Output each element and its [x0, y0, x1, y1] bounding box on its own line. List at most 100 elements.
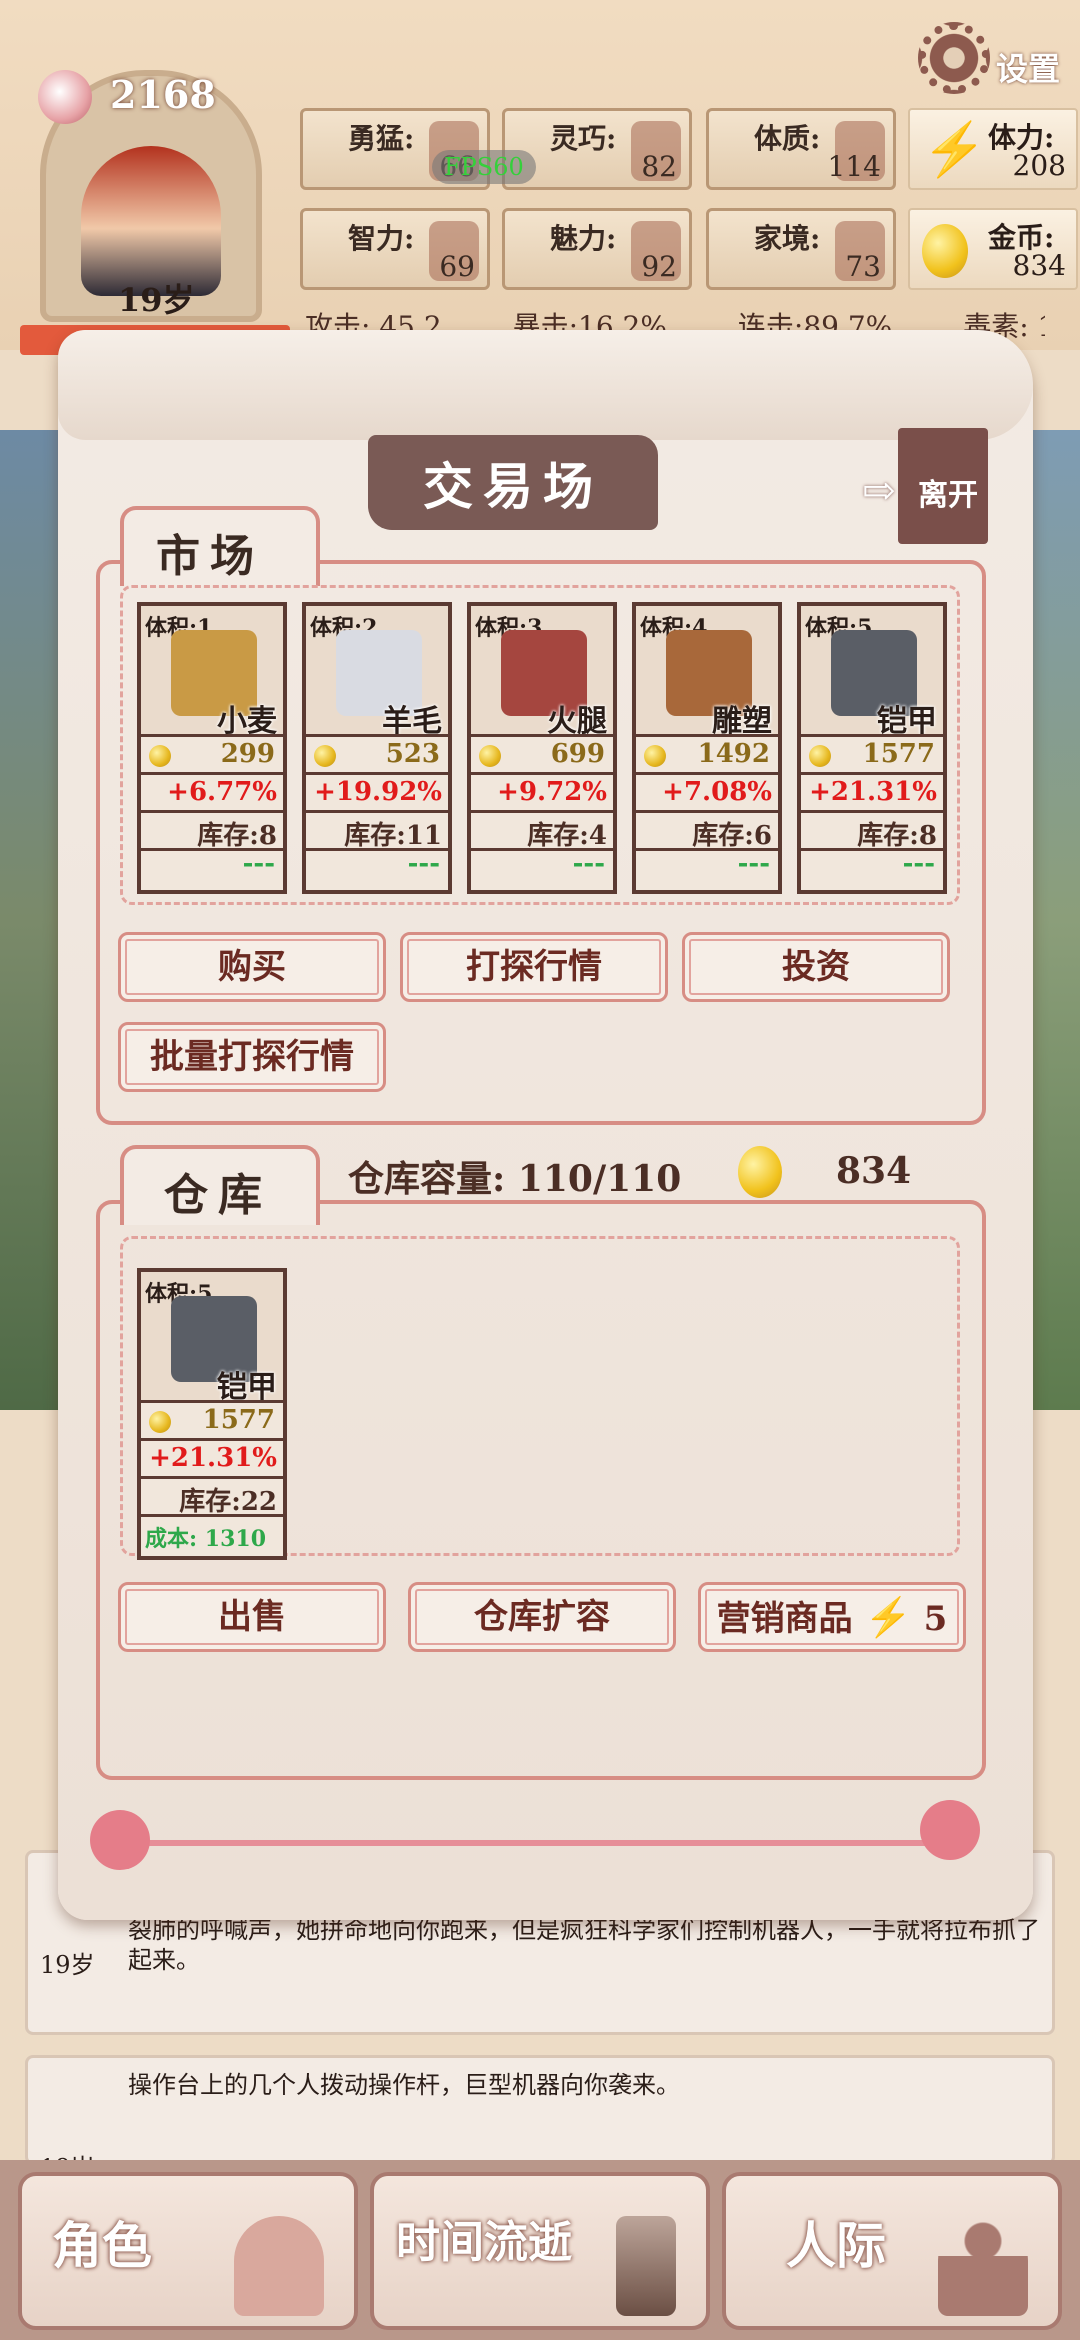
- buy-button[interactable]: 购买: [118, 932, 386, 1002]
- scout-market-button[interactable]: 打探行情: [400, 932, 668, 1002]
- item-change: +6.77%: [167, 777, 277, 807]
- item-extra-row: ---: [141, 848, 283, 886]
- status-header: 2168 19岁 生命:1753 勇猛: 66 灵巧: 82 体质: 114 智…: [0, 0, 1080, 355]
- leave-label: 离开: [918, 478, 978, 513]
- log-entry: 操作台上的几个人拨动操作杆，巨型机器向你袭来。 19岁: [25, 2055, 1055, 2182]
- item-extra-row: ---: [636, 848, 778, 886]
- stat-label: 智力:: [348, 222, 415, 255]
- nav-character[interactable]: 角色: [18, 2172, 358, 2330]
- item-price: 1492: [697, 739, 770, 769]
- modal-title-plate: 交易场: [368, 435, 658, 530]
- bottom-navigation: 角色 时间流逝 人际: [0, 2160, 1080, 2340]
- item-extra-row: 成本: 1310: [141, 1514, 283, 1552]
- item-card[interactable]: 体积:5 铠甲 1577 +21.31% 库存:22 成本: 1310: [137, 1268, 287, 1560]
- stat-label: 体质:: [754, 122, 821, 155]
- item-extra-row: ---: [801, 848, 943, 886]
- item-trend: ---: [572, 849, 605, 879]
- nav-social[interactable]: 人际: [722, 2172, 1062, 2330]
- item-price-row: 523: [306, 734, 448, 772]
- gold-coin-icon: [738, 1146, 782, 1198]
- item-stock: 库存:8: [857, 821, 937, 851]
- stat-label: 家境:: [754, 222, 821, 255]
- item-extra-row: ---: [471, 848, 613, 886]
- item-change: +9.72%: [497, 777, 607, 807]
- sell-button[interactable]: 出售: [118, 1582, 386, 1652]
- nav-label: 角色: [52, 2216, 152, 2275]
- background-scenery: [0, 430, 60, 1410]
- stat-value: 69: [439, 250, 475, 283]
- tab-market-label: 市场: [156, 531, 264, 582]
- item-image-area: 体积:3 火腿: [471, 606, 613, 739]
- avatar: [81, 146, 221, 296]
- item-card[interactable]: 体积:3 火腿 699 +9.72% 库存:4 ---: [467, 602, 617, 894]
- gold-display: 金币: 834: [908, 208, 1078, 290]
- item-image-area: 体积:5 铠甲: [801, 606, 943, 739]
- nav-label: 人际: [786, 2216, 886, 2275]
- coin-icon: [314, 745, 336, 767]
- market-goods-button[interactable]: 营销商品 ⚡ 5: [698, 1582, 966, 1652]
- log-text: 裂肺的呼喊声，她拼命地向你跑来，但是疯狂科学家们控制机器人，一手就将拉布抓了起来…: [128, 1916, 1040, 1974]
- coin-icon: [479, 745, 501, 767]
- age-label: 19岁: [118, 281, 195, 319]
- settings-button[interactable]: 设置: [918, 22, 1078, 122]
- item-price: 523: [385, 739, 440, 769]
- invest-button[interactable]: 投资: [682, 932, 950, 1002]
- item-image-area: 体积:2 羊毛: [306, 606, 448, 739]
- item-stock: 库存:4: [527, 821, 607, 851]
- batch-scout-button[interactable]: 批量打探行情: [118, 1022, 386, 1092]
- item-price-row: 699: [471, 734, 613, 772]
- item-price: 1577: [862, 739, 935, 769]
- item-stock: 库存:22: [179, 1487, 277, 1517]
- item-image-area: 体积:4 雕塑: [636, 606, 778, 739]
- item-trend: ---: [737, 849, 770, 879]
- leave-button[interactable]: ⇨ 离开: [862, 428, 992, 548]
- item-stock: 库存:6: [692, 821, 772, 851]
- item-stock-row: 库存:22: [141, 1476, 283, 1517]
- item-change-row: +19.92%: [306, 772, 448, 810]
- warehouse-gold: 834: [836, 1150, 912, 1192]
- item-extra-row: ---: [306, 848, 448, 886]
- item-card[interactable]: 体积:2 羊毛 523 +19.92% 库存:11 ---: [302, 602, 452, 894]
- item-change-row: +7.08%: [636, 772, 778, 810]
- item-stock-row: 库存:8: [141, 810, 283, 851]
- item-change-row: +21.31%: [801, 772, 943, 810]
- soul-icon: [38, 70, 92, 124]
- bow-icon: [920, 1800, 980, 1860]
- item-stock: 库存:8: [197, 821, 277, 851]
- coin-icon: [149, 745, 171, 767]
- item-image-area: 体积:1 小麦: [141, 606, 283, 739]
- soul-value: 2168: [110, 72, 216, 117]
- stat-value: 73: [845, 250, 881, 283]
- nav-time-passing[interactable]: 时间流逝: [370, 2172, 710, 2330]
- stat-label: 勇猛:: [348, 122, 415, 155]
- expand-warehouse-button[interactable]: 仓库扩容: [408, 1582, 676, 1652]
- item-price-row: 299: [141, 734, 283, 772]
- item-trend: ---: [902, 849, 935, 879]
- log-age: 19岁: [40, 1951, 95, 1979]
- item-stock-row: 库存:4: [471, 810, 613, 851]
- stamina-value: 208: [1012, 149, 1066, 182]
- gold-value: 834: [1012, 249, 1066, 282]
- ribbon-decoration: [90, 1800, 990, 1870]
- head-icon: [234, 2216, 324, 2316]
- item-stock: 库存:11: [344, 821, 442, 851]
- modal-title: 交易场: [423, 457, 603, 516]
- item-price-row: 1492: [636, 734, 778, 772]
- item-price: 299: [220, 739, 275, 769]
- item-change: +19.92%: [314, 777, 442, 807]
- tab-warehouse-label: 仓库: [164, 1170, 272, 1221]
- coin-icon: [644, 745, 666, 767]
- item-trend: ---: [407, 849, 440, 879]
- arrow-right-icon: ⇨: [862, 468, 896, 514]
- item-card[interactable]: 体积:5 铠甲 1577 +21.31% 库存:8 ---: [797, 602, 947, 894]
- item-price-row: 1577: [141, 1400, 283, 1438]
- gold-coin-icon: [922, 224, 968, 278]
- gear-icon: [918, 22, 990, 94]
- item-card[interactable]: 体积:1 小麦 299 +6.77% 库存:8 ---: [137, 602, 287, 894]
- tab-market: 市场: [120, 506, 320, 586]
- item-price: 1577: [202, 1405, 275, 1435]
- market-goods-label: 营销商品: [716, 1599, 853, 1639]
- item-card[interactable]: 体积:4 雕塑 1492 +7.08% 库存:6 ---: [632, 602, 782, 894]
- stat-value: 92: [641, 250, 677, 283]
- pawn-icon: [938, 2216, 1028, 2316]
